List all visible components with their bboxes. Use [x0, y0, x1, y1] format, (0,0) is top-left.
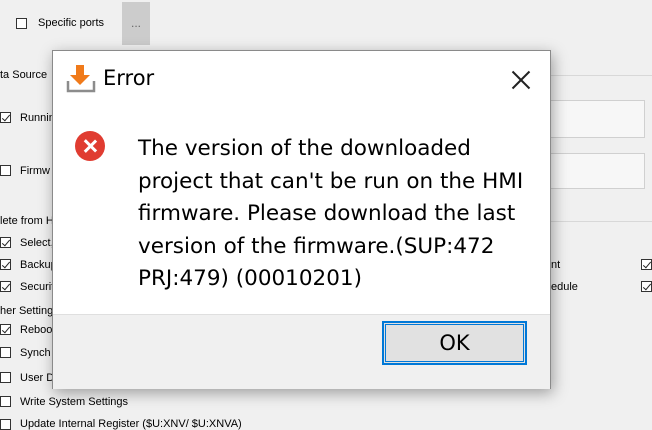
data-source-divider — [550, 75, 652, 76]
write-system-settings-label: Write System Settings — [20, 396, 128, 408]
update-register-checkbox[interactable] — [0, 419, 11, 430]
specific-ports-checkbox[interactable] — [16, 18, 27, 29]
close-icon[interactable] — [505, 64, 537, 96]
right-label-2: edule — [551, 281, 578, 293]
dialog-title: Error — [103, 66, 155, 90]
user-label: User D — [20, 372, 55, 384]
right-checkbox-2[interactable] — [641, 281, 652, 292]
delete-header: lete from H — [0, 215, 54, 227]
right-label-1: nt — [551, 259, 561, 271]
update-register-label: Update Internal Register ($U:XNV/ $U:XNV… — [20, 418, 242, 430]
ok-button[interactable]: OK — [382, 321, 527, 365]
reboot-checkbox[interactable] — [0, 324, 11, 335]
synch-label: Synch — [20, 347, 51, 359]
write-system-settings-checkbox[interactable] — [0, 396, 11, 407]
error-message: The version of the downloaded project th… — [138, 136, 524, 291]
other-settings-header: her Setting — [0, 305, 54, 317]
delete-divider — [550, 221, 652, 222]
download-icon — [65, 63, 97, 95]
error-icon — [75, 131, 105, 161]
data-source-header: ta Source — [0, 69, 48, 81]
right-checkbox-1[interactable] — [641, 259, 652, 270]
security-label: Securit — [20, 281, 55, 293]
browse-ports-button[interactable]: ... — [122, 2, 150, 45]
synch-checkbox[interactable] — [0, 347, 11, 358]
user-checkbox[interactable] — [0, 372, 11, 383]
firmware-checkbox[interactable] — [0, 165, 11, 176]
reboot-label: Reboo — [20, 324, 53, 336]
select-checkbox[interactable] — [0, 237, 11, 248]
specific-ports-label: Specific ports — [38, 17, 105, 29]
running-panel — [550, 100, 645, 138]
select-label: Select, — [20, 237, 54, 249]
running-label: Runnin — [20, 112, 55, 124]
security-checkbox[interactable] — [0, 281, 11, 292]
firmware-panel — [550, 153, 645, 189]
backup-checkbox[interactable] — [0, 259, 11, 270]
firmware-label: Firmw — [20, 165, 50, 177]
error-dialog: Error The version of the downloaded proj… — [52, 50, 551, 389]
running-checkbox[interactable] — [0, 112, 11, 123]
